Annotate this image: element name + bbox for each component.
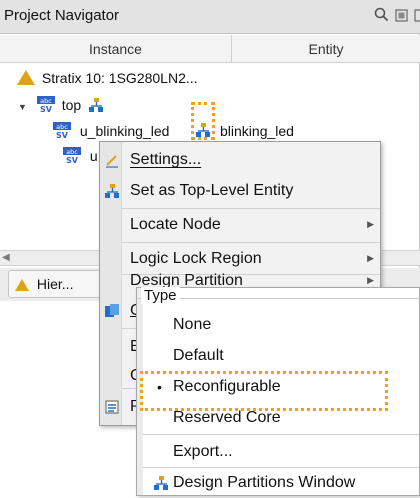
column-header-entity[interactable]: Entity — [232, 35, 420, 63]
type-group-legend: Type — [141, 287, 180, 304]
title-bar-icons — [372, 7, 420, 25]
tab-label: Hier... — [36, 276, 74, 292]
submenu-item-design-partitions-window[interactable]: Design Partitions Window — [137, 468, 420, 498]
hierarchy-icon — [105, 184, 119, 198]
submenu-item-label: Export... — [173, 443, 233, 460]
copy-icon — [105, 304, 119, 317]
svg-text:abc: abc — [40, 97, 52, 105]
close-icon[interactable] — [414, 9, 420, 25]
device-label: Stratix 10: 1SG280LN2... — [41, 70, 198, 86]
submenu-item-label: Default — [173, 347, 224, 364]
menu-item-label: Settings... — [130, 151, 202, 168]
panel-title: Project Navigator — [4, 7, 120, 24]
menu-item-locate-node[interactable]: Locate Node ▶ — [100, 209, 382, 240]
hierarchy-icon — [89, 98, 104, 112]
scroll-left-arrow-icon[interactable]: ◀ — [2, 251, 10, 265]
instance-label: u — [89, 148, 98, 164]
device-icon — [17, 70, 35, 85]
svg-text:SV: SV — [66, 156, 79, 164]
submenu-separator — [143, 434, 419, 435]
svg-text:SV: SV — [40, 105, 53, 113]
svg-text:abc: abc — [56, 123, 68, 131]
top-label: top — [61, 97, 82, 113]
menu-item-label: Locate Node — [130, 216, 221, 233]
submenu-arrow-icon: ▶ — [367, 219, 374, 229]
menu-item-set-top-level[interactable]: Set as Top-Level Entity — [100, 175, 382, 206]
pencil-icon — [106, 155, 118, 168]
column-header-instance[interactable]: Instance — [0, 35, 232, 63]
svg-text:abc: abc — [66, 148, 78, 156]
submenu-item-export[interactable]: Export... — [137, 437, 420, 467]
verilog-file-icon: abcSV — [63, 147, 81, 164]
hierarchy-icon — [196, 123, 210, 137]
submenu-item-default[interactable]: Default — [137, 341, 420, 371]
menu-item-label: Set as Top-Level Entity — [130, 182, 294, 199]
menu-item-settings[interactable]: Settings... — [100, 144, 382, 175]
instance-label: u_blinking_led — [79, 123, 170, 139]
properties-icon — [105, 400, 119, 414]
search-icon[interactable] — [374, 7, 393, 25]
hierarchy-icon — [154, 476, 168, 490]
tree-row-top[interactable]: ▼ abc SV top — [18, 91, 104, 119]
tree-row-device[interactable]: Stratix 10: 1SG280LN2... — [17, 64, 198, 92]
verilog-file-icon: abcSV — [53, 122, 71, 139]
expand-arrow-icon[interactable]: ▼ — [18, 102, 27, 112]
tree-row-instance-2[interactable]: abc SV u — [63, 142, 98, 170]
verilog-file-icon: abcSV — [36, 96, 55, 113]
submenu-item-label: Design Partitions Window — [173, 474, 356, 491]
svg-text:SV: SV — [56, 131, 69, 139]
column-header: Instance Entity — [0, 35, 420, 63]
restore-icon[interactable] — [395, 9, 412, 25]
panel-title-bar: Project Navigator — [0, 0, 420, 34]
submenu-item-label: None — [173, 316, 212, 333]
submenu-item-none[interactable]: None — [137, 310, 420, 340]
device-icon — [15, 279, 29, 291]
highlight-reconfigurable — [140, 371, 388, 411]
tab-hierarchy[interactable]: Hier... — [8, 270, 104, 298]
